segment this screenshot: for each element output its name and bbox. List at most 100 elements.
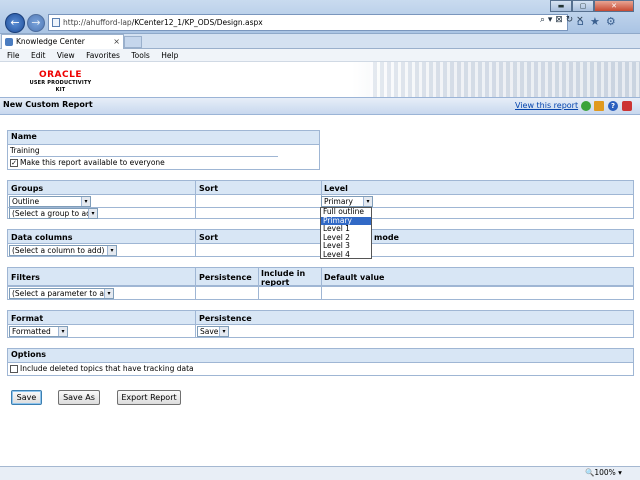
logo-oracle: ORACLE <box>38 70 83 80</box>
level-dropdown-list[interactable]: Full outline Primary Level 1 Level 2 Lev… <box>320 207 372 259</box>
format-select[interactable]: Formatted ▾ <box>9 326 68 337</box>
name-section: Training ✓ Make this report available to… <box>7 144 320 170</box>
format-section-header: Format Persistence <box>7 310 634 325</box>
add-column-placeholder: (Select a column to add) <box>12 246 105 255</box>
divider <box>321 287 322 299</box>
divider <box>258 268 259 285</box>
filters-section: (Select a parameter to add) ▾ <box>7 286 634 300</box>
add-parameter-placeholder: (Select a parameter to add) <box>12 289 114 298</box>
groups-sort-header: Sort <box>199 184 219 193</box>
menu-help[interactable]: Help <box>161 51 178 60</box>
format-persistence-header: Persistence <box>199 314 252 323</box>
report-name-input[interactable]: Training <box>10 146 278 157</box>
level-option[interactable]: Level 4 <box>321 250 371 260</box>
save-button[interactable]: Save <box>11 390 42 405</box>
tab-knowledge-center[interactable]: Knowledge Center × <box>1 34 124 49</box>
home-icon[interactable] <box>594 101 604 111</box>
level-select[interactable]: Primary ▾ <box>321 196 373 207</box>
name-header-label: Name <box>11 132 37 141</box>
page-title: New Custom Report <box>3 100 93 109</box>
filters-header-label: Filters <box>11 273 40 282</box>
format-header-label: Format <box>11 314 44 323</box>
persistence-value: Save <box>200 327 219 336</box>
new-tab-button[interactable] <box>124 36 142 48</box>
add-group-placeholder: (Select a group to add) <box>12 209 98 218</box>
go-icon[interactable] <box>581 101 591 111</box>
divider <box>195 181 196 194</box>
filters-section-header: Filters Persistence Include in report De… <box>7 267 634 287</box>
divider <box>195 325 196 337</box>
tab-favicon-icon <box>5 38 13 46</box>
url-host: http://ahufford-lap <box>63 18 132 27</box>
menu-tools[interactable]: Tools <box>131 51 149 60</box>
add-group-select[interactable]: (Select a group to add) ▾ <box>9 208 98 219</box>
deleted-topics-checkbox[interactable] <box>10 365 18 373</box>
help-icon[interactable]: ? <box>608 101 618 111</box>
divider <box>195 311 196 324</box>
chevron-down-icon: ▾ <box>81 197 90 206</box>
chevron-down-icon: ▾ <box>58 327 67 336</box>
divider <box>195 244 196 256</box>
save-as-button[interactable]: Save As <box>58 390 100 405</box>
divider <box>195 268 196 285</box>
chevron-down-icon: ▾ <box>219 327 228 336</box>
filters-persistence-header: Persistence <box>199 273 252 282</box>
chevron-down-icon: ▾ <box>104 289 113 298</box>
menu-file[interactable]: File <box>7 51 20 60</box>
close-window-button[interactable]: ✕ <box>594 0 634 12</box>
minimize-button[interactable]: ▬ <box>550 0 572 12</box>
share-checkbox[interactable]: ✓ <box>10 159 18 167</box>
divider <box>195 287 196 299</box>
divider <box>195 230 196 243</box>
columns-sort-header: Sort <box>199 233 219 242</box>
address-bar[interactable]: http://ahufford-lap/KCenter12_1/KP_ODS/D… <box>48 14 568 31</box>
group-outline-select[interactable]: Outline ▾ <box>9 196 91 207</box>
options-section: Include deleted topics that have trackin… <box>7 362 634 376</box>
status-bar <box>0 466 640 480</box>
back-button[interactable]: ← <box>5 13 25 33</box>
zoom-control[interactable]: 🔍100% ▾ <box>585 468 622 477</box>
groups-level-header: Level <box>324 184 348 193</box>
options-header-label: Options <box>11 350 47 359</box>
format-section: Formatted ▾ Save ▾ <box>7 324 634 338</box>
deleted-topics-label: Include deleted topics that have trackin… <box>20 364 194 373</box>
level-value: Primary <box>324 197 353 206</box>
columns-mode-header: mode <box>374 233 399 242</box>
options-section-header: Options <box>7 348 634 363</box>
chevron-down-icon: ▾ <box>88 209 97 218</box>
forward-button[interactable]: → <box>27 14 45 32</box>
divider <box>258 287 259 299</box>
menu-favorites[interactable]: Favorites <box>86 51 120 60</box>
divider <box>321 181 322 194</box>
tab-title: Knowledge Center <box>16 37 85 46</box>
menu-bar: File Edit View Favorites Tools Help <box>0 49 640 62</box>
home-favorites-tools-icon[interactable]: ⌂★⚙ <box>577 15 622 28</box>
menu-edit[interactable]: Edit <box>31 51 46 60</box>
window-controls: ▬ ▢ ✕ <box>550 0 636 12</box>
groups-header-label: Groups <box>11 184 44 193</box>
page-icon <box>52 18 60 27</box>
divider <box>321 268 322 285</box>
add-column-select[interactable]: (Select a column to add) ▾ <box>9 245 117 256</box>
share-checkbox-label: Make this report available to everyone <box>20 158 165 167</box>
group-value: Outline <box>12 197 40 206</box>
exit-icon[interactable] <box>622 101 632 111</box>
groups-section-header: Groups Sort Level <box>7 180 634 195</box>
format-value: Formatted <box>12 327 51 336</box>
maximize-button[interactable]: ▢ <box>572 0 594 12</box>
name-section-header: Name <box>7 130 320 145</box>
columns-header-label: Data columns <box>11 233 73 242</box>
header-banner <box>0 62 640 97</box>
oracle-upk-logo: ORACLE USER PRODUCTIVITY KIT <box>28 70 93 94</box>
filters-include-header: Include in report <box>261 269 306 287</box>
chevron-down-icon: ▾ <box>363 197 372 206</box>
format-persistence-select[interactable]: Save ▾ <box>197 326 229 337</box>
filters-default-header: Default value <box>324 273 385 282</box>
view-report-link[interactable]: View this report <box>515 101 578 110</box>
add-parameter-select[interactable]: (Select a parameter to add) ▾ <box>9 288 114 299</box>
logo-upk: USER PRODUCTIVITY KIT <box>29 80 92 93</box>
menu-view[interactable]: View <box>57 51 75 60</box>
close-tab-icon[interactable]: × <box>113 35 120 48</box>
url-path: /KCenter12_1/KP_ODS/Design.aspx <box>131 18 263 27</box>
export-report-button[interactable]: Export Report <box>117 390 181 405</box>
